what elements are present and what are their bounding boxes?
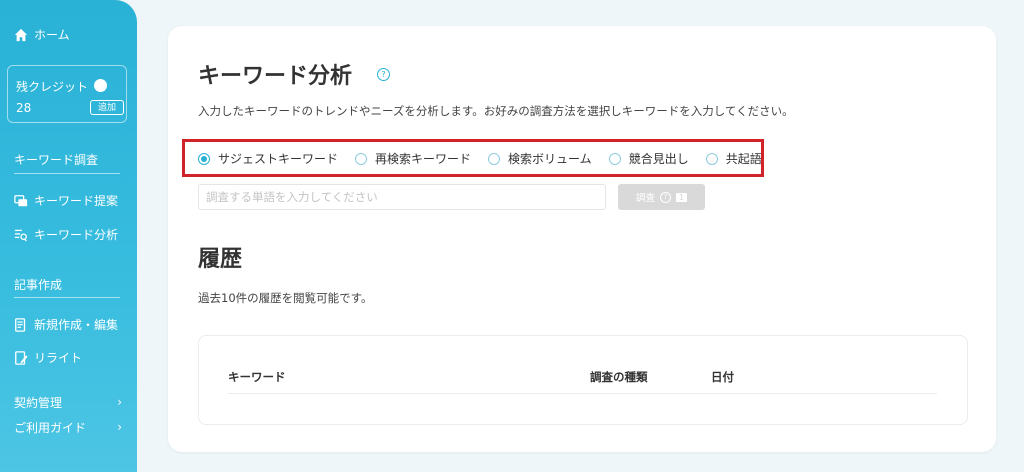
home-icon [14, 28, 28, 41]
radio-cooccurrence[interactable]: 共起語 [705, 150, 762, 167]
main-card: キーワード分析 ? 入力したキーワードのトレンドやニーズを分析します。お好みの調… [168, 26, 996, 452]
nav-contract-label: 契約管理 [14, 396, 63, 410]
radio-circle [355, 152, 368, 165]
nav-rewrite-label: リライト [34, 351, 83, 365]
page-title: キーワード分析 [198, 64, 353, 89]
nav-keyword-suggest[interactable]: キーワード提案 [14, 192, 118, 209]
radio-label: 競合見出し [628, 152, 689, 166]
help-icon: ? [660, 191, 671, 203]
help-icon[interactable]: ? [377, 68, 390, 81]
radio-label: 検索ボリューム [508, 152, 592, 166]
credit-label: 残クレジット [16, 80, 89, 94]
credit-box: 残クレジット 28 追加 [7, 65, 127, 123]
column-header-keyword: キーワード [228, 370, 286, 384]
nav-new-edit[interactable]: 新規作成・編集 [14, 316, 118, 333]
keyword-suggest-icon [14, 194, 28, 206]
radio-re-search-keyword[interactable]: 再検索キーワード [355, 150, 471, 167]
history-title: 履歴 [198, 247, 243, 272]
radio-search-volume[interactable]: 検索ボリューム [488, 150, 592, 167]
radio-circle [608, 152, 621, 165]
radio-label: サジェストキーワード [218, 152, 339, 166]
method-radio-group: サジェストキーワード 再検索キーワード 検索ボリューム 競合見出し 共起語 [198, 150, 779, 167]
nav-guide[interactable]: ご利用ガイド [14, 419, 86, 436]
nav-home-label: ホーム [34, 28, 70, 42]
radio-label: 再検索キーワード [375, 152, 472, 166]
radio-circle-selected [198, 152, 210, 165]
chevron-right-icon: › [117, 420, 122, 434]
section-article-creation: 記事作成 [14, 278, 63, 292]
history-description: 過去10件の履歴を閲覧可能です。 [198, 291, 373, 305]
nav-new-edit-label: 新規作成・編集 [34, 318, 119, 332]
divider [14, 297, 120, 298]
history-table: キーワード 調査の種類 日付 [198, 335, 968, 425]
divider [14, 173, 120, 174]
radio-circle [488, 152, 501, 165]
column-header-date: 日付 [711, 370, 734, 384]
nav-keyword-analysis-label: キーワード分析 [34, 228, 119, 242]
radio-suggest-keyword[interactable]: サジェストキーワード [198, 150, 338, 167]
column-header-type: 調査の種類 [590, 370, 648, 384]
add-credit-button[interactable]: 追加 [90, 100, 124, 115]
nav-keyword-suggest-label: キーワード提案 [34, 194, 119, 208]
nav-home[interactable]: ホーム [14, 26, 70, 43]
search-button[interactable]: 調査 ? 1 [618, 184, 705, 210]
keyword-input[interactable] [198, 184, 606, 210]
credit-value: 28 [16, 101, 32, 115]
page-description: 入力したキーワードのトレンドやニーズを分析します。お好みの調査方法を選択しキーワ… [198, 104, 794, 118]
edit-document-icon [15, 317, 26, 332]
chevron-right-icon: › [117, 395, 122, 409]
search-button-label: 調査 [635, 193, 655, 204]
keyword-analysis-icon [14, 229, 27, 241]
sidebar: ホーム 残クレジット 28 追加 キーワード調査 キーワード提案 キーワード分析… [0, 0, 137, 472]
nav-rewrite[interactable]: リライト [14, 349, 82, 366]
nav-guide-label: ご利用ガイド [14, 421, 87, 435]
radio-competitor-headings[interactable]: 競合見出し [608, 150, 689, 167]
credit-cost-badge: 1 [676, 192, 687, 202]
smile-icon [94, 79, 107, 92]
nav-contract[interactable]: 契約管理 [14, 394, 62, 411]
radio-circle [705, 152, 718, 165]
section-keyword-research: キーワード調査 [14, 153, 99, 167]
radio-label: 共起語 [725, 152, 762, 166]
rewrite-icon [15, 350, 28, 365]
table-header-divider [228, 393, 937, 394]
nav-keyword-analysis[interactable]: キーワード分析 [14, 226, 118, 243]
